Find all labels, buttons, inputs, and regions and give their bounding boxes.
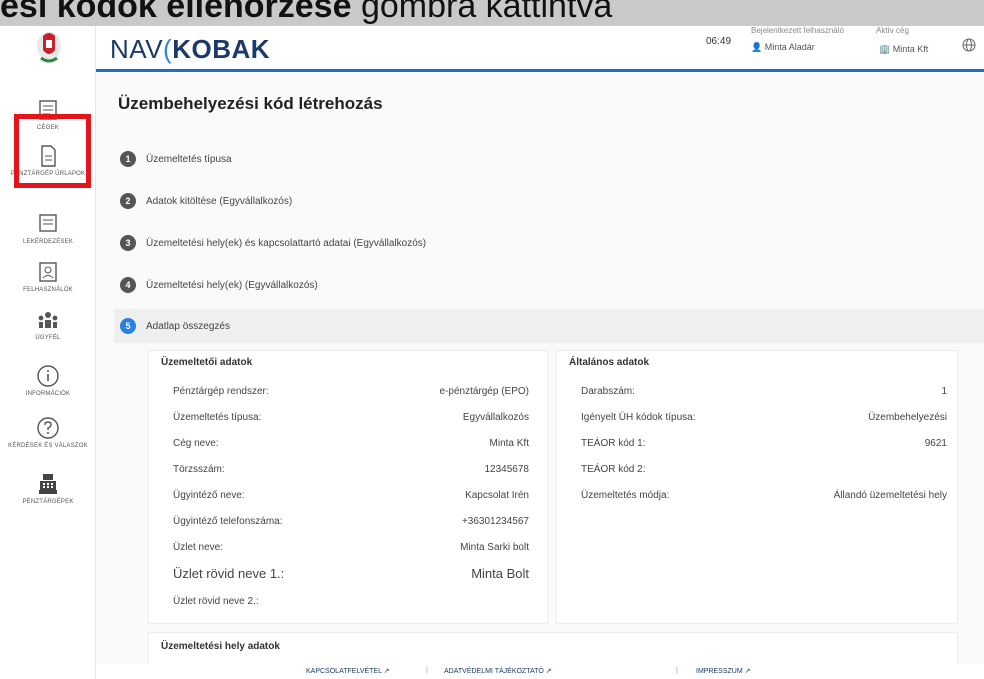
row-label: Ügyintéző telefonszáma:	[173, 516, 283, 527]
sidebar-item-label: FELHASZNÁLÓK	[23, 287, 73, 293]
row-label: Törzsszám:	[173, 464, 225, 475]
footer-link-impressum[interactable]: IMPRESSZUM ↗	[696, 667, 750, 675]
row-value: +36301234567	[461, 516, 529, 527]
company-name: Minta Kft	[892, 44, 929, 54]
page-title: Üzembehelyezési kód létrehozás	[118, 94, 383, 113]
company-caption: Aktív cég	[876, 26, 909, 35]
user-menu[interactable]: 👤 Minta Aladár	[751, 42, 815, 53]
session-time: 06:49	[706, 36, 732, 47]
location-data-title: Üzemeltetési hely adatok	[161, 641, 280, 652]
highlight-box	[14, 114, 91, 188]
row-label: Ügyintéző neve:	[173, 490, 245, 501]
row-label: Üzemeltetés típusa:	[173, 412, 262, 423]
row-value: Minta Sarki bolt	[460, 542, 529, 553]
row-value: Minta Bolt	[471, 566, 529, 581]
sidebar-item-lekerdezesek[interactable]: LEKÉRDEZÉSEK	[0, 212, 96, 246]
info-icon	[37, 365, 59, 387]
row-value: Üzembehelyezési	[868, 412, 947, 423]
row-label: TEÁOR kód 1:	[581, 438, 646, 449]
step-number: 2	[120, 193, 136, 209]
step-number: 5	[120, 318, 136, 334]
main-content: Üzembehelyezési kód létrehozás 1 Üzemelt…	[96, 72, 984, 679]
footer-separator: |	[426, 667, 428, 674]
user-card-icon	[39, 262, 57, 282]
company-menu[interactable]: 🏢 Minta Kft	[879, 44, 928, 55]
row-value: Állandó üzemeltetési hely	[833, 490, 947, 501]
caption-text: ési kódok ellenőrzése gombra kattintva	[0, 0, 613, 25]
step-number: 4	[120, 277, 136, 293]
row-value: e-pénztárgép (EPO)	[439, 386, 530, 397]
row-label: Cég neve:	[173, 438, 219, 449]
sidebar-item-label: LEKÉRDEZÉSEK	[22, 239, 74, 245]
sidebar-item-kerdesek-es-valaszok[interactable]: KÉRDÉSEK ÉS VÁLASZOK	[0, 416, 96, 450]
sidebar-item-penztargepek[interactable]: PÉNZTÁRGÉPEK	[0, 472, 96, 506]
row-label: Üzlet rövid neve 1.:	[173, 566, 285, 581]
operator-data-card: Üzemeltetői adatok Pénztárgép rendszer: …	[148, 350, 548, 624]
step-label: Üzemeltetési hely(ek) (Egyvállalkozós)	[146, 279, 318, 291]
row-value: 12345678	[484, 464, 530, 475]
footer: KAPCSOLATFELVÉTEL ↗ | ADATVÉDELMI TÁJÉKO…	[96, 664, 984, 679]
operator-data-title: Üzemeltetői adatok	[161, 357, 253, 368]
sidebar-item-label: ÜGYFÉL	[35, 335, 61, 341]
nav-logo-icon	[37, 32, 61, 63]
step-3[interactable]: 3 Üzemeltetési hely(ek) és kapcsolattart…	[120, 230, 426, 256]
row-label: Üzemeltetés módja:	[581, 490, 670, 501]
step-label: Adatok kitöltése (Egyvállalkozós)	[146, 195, 293, 207]
user-icon: 👤	[751, 42, 763, 52]
user-name: Minta Aladár	[764, 42, 815, 52]
row-value: Egyvállalkozós	[462, 412, 529, 423]
sidebar-item-label: KÉRDÉSEK ÉS VÁLASZOK	[8, 443, 88, 449]
brand-logo[interactable]: NAV(KOBAK	[110, 34, 270, 65]
sidebar-item-label: PÉNZTÁRGÉPEK	[22, 499, 74, 505]
step-5[interactable]: 5 Adatlap összegzés	[120, 313, 230, 339]
step-label: Üzemeltetés típusa	[146, 153, 232, 165]
row-label: Üzlet neve:	[173, 542, 224, 553]
people-icon	[38, 312, 58, 328]
top-bar: NAV(KOBAK 06:49 Bejelentkezett felhaszná…	[96, 26, 984, 70]
building-icon: 🏢	[879, 44, 891, 54]
globe-icon[interactable]	[962, 38, 976, 52]
cash-register-icon	[39, 474, 57, 494]
row-value: Kapcsolat Irén	[465, 490, 529, 501]
row-value: 9621	[924, 438, 947, 449]
user-caption: Bejelentkezett felhasználó	[751, 26, 844, 35]
footer-separator: |	[676, 667, 678, 674]
step-1[interactable]: 1 Üzemeltetés típusa	[120, 146, 232, 172]
sidebar-item-informaciok[interactable]: INFORMÁCIÓK	[0, 364, 96, 398]
general-data-card: Általános adatok Darabszám: 1 Igényelt Ü…	[556, 350, 958, 624]
footer-link-contact[interactable]: KAPCSOLATFELVÉTEL ↗	[306, 667, 390, 675]
row-value: 1	[941, 386, 947, 397]
step-label: Adatlap összegzés	[146, 320, 230, 332]
row-value: Minta Kft	[489, 438, 529, 449]
step-label: Üzemeltetési hely(ek) és kapcsolattartó …	[146, 237, 427, 249]
step-4[interactable]: 4 Üzemeltetési hely(ek) (Egyvállalkozós)	[120, 272, 318, 298]
step-number: 1	[120, 151, 136, 167]
row-label: Üzlet rövid neve 2.:	[173, 596, 259, 607]
row-label: Igényelt ÜH kódok típusa:	[581, 412, 696, 423]
step-2[interactable]: 2 Adatok kitöltése (Egyvállalkozós)	[120, 188, 292, 214]
step-number: 3	[120, 235, 136, 251]
general-data-title: Általános adatok	[569, 357, 650, 368]
footer-link-privacy[interactable]: ADATVÉDELMI TÁJÉKOZTATÓ ↗	[444, 667, 552, 675]
row-label: TEÁOR kód 2:	[581, 464, 646, 475]
row-label: Pénztárgép rendszer:	[173, 386, 269, 397]
step-active-background	[114, 309, 984, 343]
sidebar-item-felhasznalok[interactable]: FELHASZNÁLÓK	[0, 260, 96, 294]
list-icon	[39, 214, 57, 232]
question-icon	[37, 417, 59, 439]
sidebar-item-label: INFORMÁCIÓK	[25, 391, 71, 397]
row-label: Darabszám:	[581, 386, 635, 397]
sidebar-item-ugyfel[interactable]: ÜGYFÉL	[0, 308, 96, 342]
